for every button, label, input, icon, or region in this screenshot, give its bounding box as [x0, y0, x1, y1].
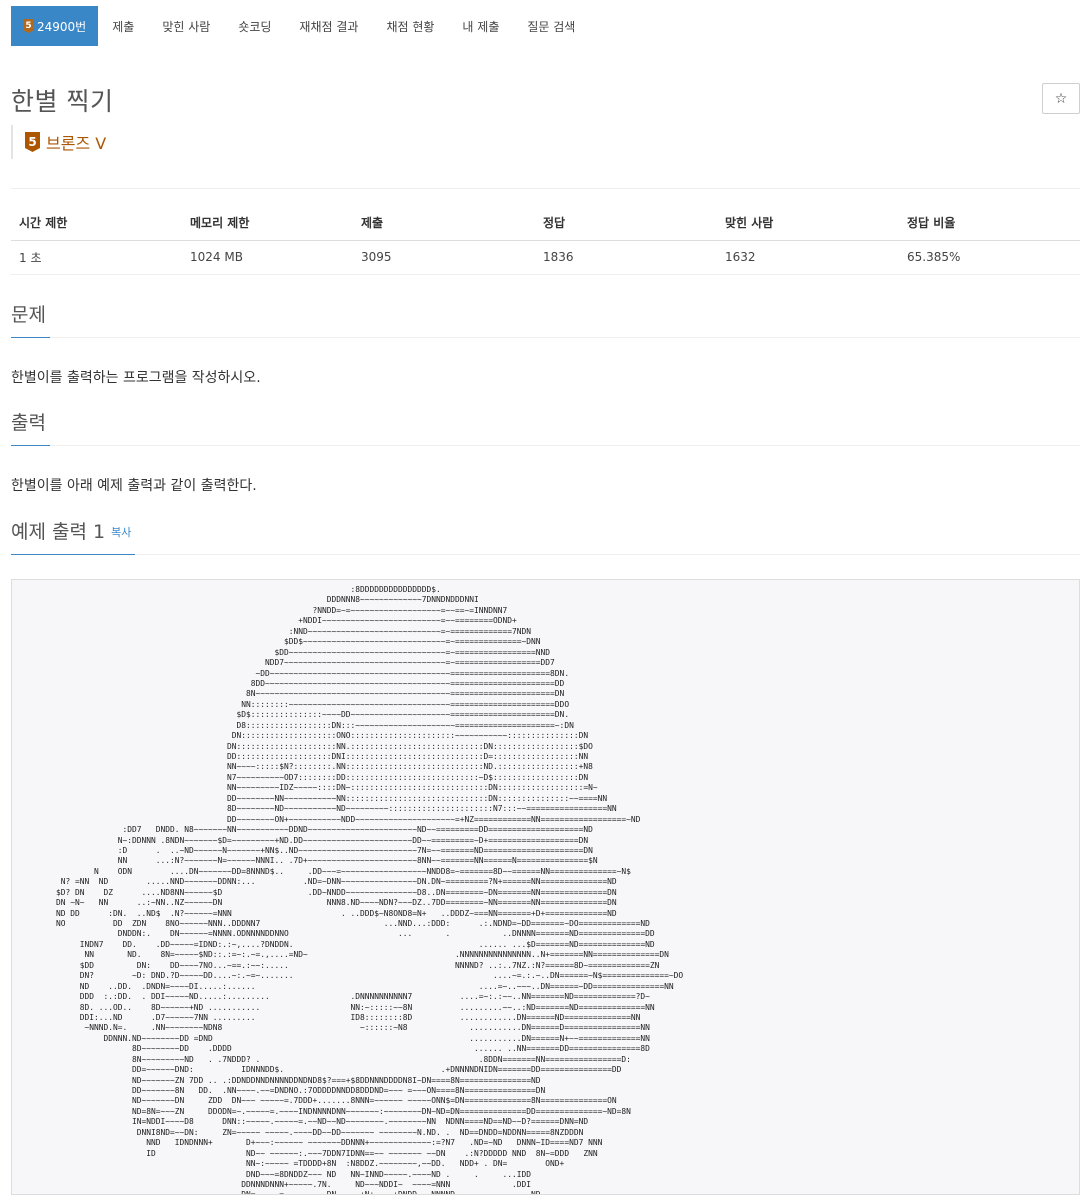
solved-users-value: 1632	[717, 240, 899, 275]
problem-info-table: 시간 제한 메모리 제한 제출 정답 맞힌 사람 정답 비율 1 초 1024 …	[11, 205, 1080, 275]
tab-rejudge-results[interactable]: 재채점 결과	[285, 6, 372, 46]
divider	[11, 188, 1080, 189]
problem-title: 한별 찍기	[11, 87, 114, 116]
tab-problem-number[interactable]: 5 24900번	[11, 6, 99, 46]
tab-submit[interactable]: 제출	[98, 6, 148, 46]
tab-my-submissions[interactable]: 내 제출	[448, 6, 513, 46]
problem-section-title: 문제	[11, 300, 50, 338]
output-description: 한별이를 아래 예제 출력과 같이 출력한다.	[11, 478, 257, 494]
time-limit-value: 1 초	[11, 240, 182, 275]
output-section-title: 출력	[11, 408, 50, 446]
header-accept-ratio: 정답 비율	[899, 205, 1080, 241]
sample-output-text: :8DDDDDDDDDDDDDDD$. DDDNNN8~~~~~~~~~~~~~…	[56, 585, 684, 1195]
accepted-value: 1836	[535, 240, 717, 275]
header-submissions: 제출	[353, 205, 535, 241]
favorite-star-button[interactable]: ☆	[1042, 83, 1080, 114]
sample-output-box: :8DDDDDDDDDDDDDDD$. DDDNNN8~~~~~~~~~~~~~…	[11, 579, 1080, 1195]
tab-judge-status[interactable]: 채점 현황	[372, 6, 448, 46]
accept-ratio-value: 65.385%	[899, 240, 1080, 275]
header-time-limit: 시간 제한	[11, 205, 182, 241]
tab-question-search[interactable]: 질문 검색	[513, 6, 589, 46]
header-memory-limit: 메모리 제한	[182, 205, 353, 241]
tab-solved-users[interactable]: 맞힌 사람	[148, 6, 224, 46]
sample-output-header: 예제 출력 1 복사	[11, 517, 1080, 555]
problem-description: 한별이를 출력하는 프로그램을 작성하시오.	[11, 370, 261, 386]
header-solved-users: 맞힌 사람	[717, 205, 899, 241]
problem-nav: 5 24900번 제출 맞힌 사람 숏코딩 재채점 결과 채점 현황 내 제출 …	[11, 6, 589, 46]
tier-label[interactable]: 브론즈 V	[46, 130, 106, 154]
header-accepted: 정답	[535, 205, 717, 241]
bronze-tier-icon: 5	[23, 19, 34, 33]
sample-output-title-text: 예제 출력 1	[11, 521, 106, 543]
tab-short-coding[interactable]: 숏코딩	[224, 6, 285, 46]
output-section-header: 출력	[11, 408, 1080, 446]
table-header-row: 시간 제한 메모리 제한 제출 정답 맞힌 사람 정답 비율	[11, 205, 1080, 241]
memory-limit-value: 1024 MB	[182, 240, 353, 275]
submissions-value: 3095	[353, 240, 535, 275]
problem-tier: 5 브론즈 V	[11, 125, 106, 159]
problem-section-header: 문제	[11, 300, 1080, 338]
sample-output-title: 예제 출력 1 복사	[11, 517, 136, 555]
star-icon: ☆	[1054, 90, 1068, 107]
bronze-tier-icon: 5	[25, 132, 40, 152]
tab-problem-number-label: 24900번	[37, 19, 87, 34]
table-row: 1 초 1024 MB 3095 1836 1632 65.385%	[11, 240, 1080, 275]
copy-button[interactable]: 복사	[111, 526, 131, 539]
